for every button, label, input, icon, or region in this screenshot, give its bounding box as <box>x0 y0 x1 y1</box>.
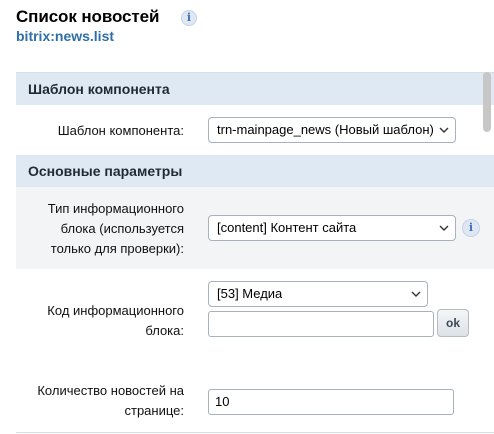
iblock-type-info-icon[interactable]: i <box>462 219 480 237</box>
iblock-type-select-value: [content] Контент сайта <box>217 220 357 235</box>
section-main-header: Основные параметры <box>16 155 494 187</box>
template-row: Шаблон компонента: trn-mainpage_news (Но… <box>16 105 494 155</box>
news-count-input[interactable]: 10 <box>208 389 454 415</box>
iblock-type-row: Тип информационного блока (используется … <box>16 187 494 269</box>
iblock-code-select-value: [53] Медиа <box>217 286 283 301</box>
template-select-value: trn-mainpage_news (Новый шаблон) <box>217 122 434 137</box>
news-count-label-line-1: Количество новостей на <box>37 383 184 398</box>
section-template-header: Шаблон компонента <box>16 73 494 105</box>
chevron-down-icon <box>439 225 449 231</box>
iblock-code-row: Код информационного блока: [53] Медиа ok <box>16 269 494 365</box>
iblock-code-label-line-1: Код информационного <box>47 303 184 318</box>
chevron-down-icon <box>411 291 421 297</box>
iblock-type-label: Тип информационного блока (используется … <box>48 199 184 259</box>
iblock-code-label-line-2: блока: <box>145 323 184 338</box>
title-info-icon[interactable]: i <box>181 10 197 26</box>
ok-button[interactable]: ok <box>437 309 469 337</box>
iblock-code-select[interactable]: [53] Медиа <box>208 281 428 307</box>
news-count-label: Количество новостей на странице: <box>37 381 184 421</box>
iblock-code-label: Код информационного блока: <box>47 301 184 341</box>
iblock-code-input[interactable] <box>208 311 434 337</box>
iblock-type-label-line-2: блока (используется <box>60 221 184 236</box>
news-count-label-line-2: странице: <box>124 403 185 418</box>
iblock-type-select[interactable]: [content] Контент сайта <box>208 215 456 241</box>
iblock-type-label-line-1: Тип информационного <box>47 201 184 216</box>
iblock-type-label-line-3: только для проверки): <box>50 241 184 256</box>
panel-scrollbar[interactable] <box>483 72 491 132</box>
chevron-down-icon <box>439 127 449 133</box>
template-select[interactable]: trn-mainpage_news (Новый шаблон) <box>208 117 456 143</box>
page-title: Список новостей <box>16 7 160 26</box>
news-count-row: Количество новостей на странице: 10 <box>16 365 494 434</box>
component-code: bitrix:news.list <box>16 28 115 44</box>
settings-panel: Шаблон компонента Шаблон компонента: trn… <box>16 72 494 434</box>
template-label: Шаблон компонента: <box>57 123 184 138</box>
